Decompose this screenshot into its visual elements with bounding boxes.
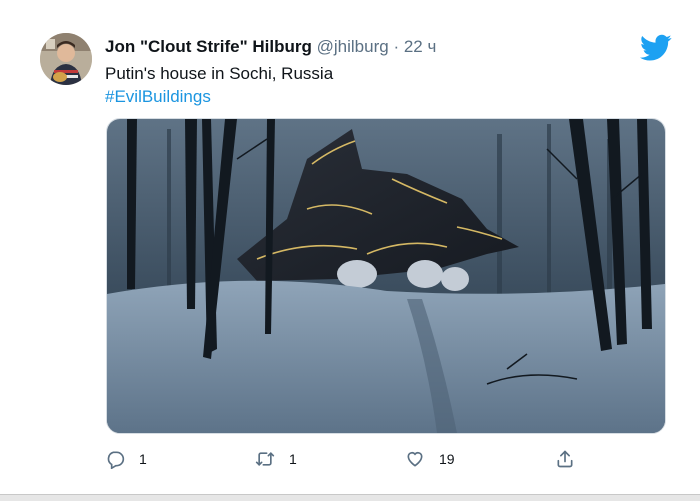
tweet-actions: 1 1 19: [105, 447, 585, 471]
reply-count: 1: [139, 451, 147, 467]
avatar[interactable]: [40, 33, 92, 85]
reply-icon: [107, 451, 125, 469]
tweet-header: Jon "Clout Strife" Hilburg @jhilburg · 2…: [105, 37, 436, 57]
heart-icon: [407, 451, 423, 467]
like-count: 19: [439, 451, 455, 467]
hashtag-link[interactable]: #EvilBuildings: [105, 85, 333, 108]
retweet-count: 1: [289, 451, 297, 467]
tweet-card: Jon "Clout Strife" Hilburg @jhilburg · 2…: [0, 0, 700, 501]
share-button[interactable]: [555, 447, 575, 471]
reply-button[interactable]: 1: [105, 447, 147, 471]
avatar-image: [40, 33, 92, 85]
timestamp[interactable]: 22 ч: [404, 37, 437, 56]
retweet-button[interactable]: 1: [255, 447, 297, 471]
separator-dot: ·: [393, 37, 400, 56]
tweet-body: Putin's house in Sochi, Russia: [105, 64, 334, 83]
share-icon: [557, 450, 573, 468]
tweet-text: Putin's house in Sochi, Russia #EvilBuil…: [105, 62, 333, 108]
twitter-bird-icon[interactable]: [640, 34, 672, 62]
tweet-media-image[interactable]: [106, 118, 666, 434]
retweet-icon: [255, 452, 275, 466]
bottom-divider: [0, 494, 700, 501]
like-button[interactable]: 19: [405, 447, 455, 471]
author-handle[interactable]: @jhilburg: [317, 37, 389, 56]
snowy-forest-house-image: [107, 119, 665, 433]
author-name[interactable]: Jon "Clout Strife" Hilburg: [105, 37, 312, 56]
